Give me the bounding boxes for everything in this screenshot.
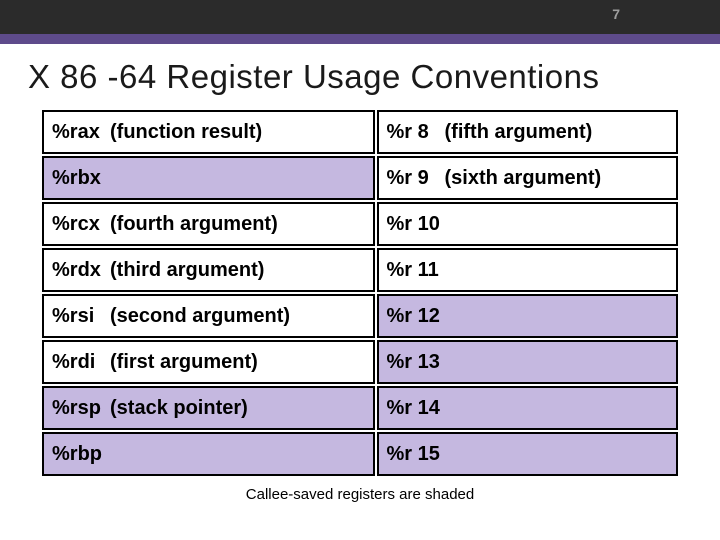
register-cell: %rcx(fourth argument): [42, 202, 375, 246]
register-cell: %rbp: [42, 432, 375, 476]
register-name: %r 14: [379, 397, 441, 420]
register-cell-content: %rcx(fourth argument): [44, 204, 373, 244]
register-cell: %rsi(second argument): [42, 294, 375, 338]
register-name: %r 8: [379, 121, 441, 144]
table-row: %rsi(second argument) %r 12: [42, 294, 678, 338]
table-row: %rdx(third argument) %r 11: [42, 248, 678, 292]
register-description: (first argument): [106, 351, 373, 374]
register-description: (fifth argument): [441, 121, 676, 144]
register-name: %r 15: [379, 443, 441, 466]
table-row: %rsp(stack pointer) %r 14: [42, 386, 678, 430]
page-number: 7: [612, 6, 620, 22]
register-cell: %r 12: [377, 294, 678, 338]
register-name: %r 10: [379, 213, 441, 236]
register-cell-content: %r 12: [379, 296, 676, 336]
register-table: %rax(function result)%r 8(fifth argument…: [40, 108, 680, 478]
accent-stripe: [0, 34, 720, 44]
caption: Callee-saved registers are shaded: [0, 486, 720, 503]
register-cell-content: %r 9(sixth argument): [379, 158, 676, 198]
register-description: (third argument): [106, 259, 373, 282]
register-description: (function result): [106, 121, 373, 144]
register-name: %rbp: [44, 443, 106, 466]
table-row: %rbp %r 15: [42, 432, 678, 476]
register-cell-content: %r 10: [379, 204, 676, 244]
register-cell-content: %rdx(third argument): [44, 250, 373, 290]
register-cell-content: %rax(function result): [44, 112, 373, 152]
register-name: %rsp: [44, 397, 106, 420]
register-description: (second argument): [106, 305, 373, 328]
register-name: %r 11: [379, 259, 441, 282]
register-cell-content: %rsp(stack pointer): [44, 388, 373, 428]
register-cell-content: %r 11: [379, 250, 676, 290]
register-cell: %r 8(fifth argument): [377, 110, 678, 154]
register-cell: %rax(function result): [42, 110, 375, 154]
register-cell: %r 13: [377, 340, 678, 384]
register-cell-content: %r 15: [379, 434, 676, 474]
register-name: %rax: [44, 121, 106, 144]
register-name: %r 9: [379, 167, 441, 190]
register-cell: %r 11: [377, 248, 678, 292]
register-cell: %r 10: [377, 202, 678, 246]
register-cell: %r 9(sixth argument): [377, 156, 678, 200]
top-bar: 7: [0, 0, 720, 34]
register-cell-content: %rbx: [44, 158, 373, 198]
register-cell: %r 14: [377, 386, 678, 430]
register-cell-content: %rdi(first argument): [44, 342, 373, 382]
register-name: %r 13: [379, 351, 441, 374]
register-cell: %rbx: [42, 156, 375, 200]
register-description: (stack pointer): [106, 397, 373, 420]
register-table-wrap: %rax(function result)%r 8(fifth argument…: [0, 108, 720, 478]
table-row: %rbx %r 9(sixth argument): [42, 156, 678, 200]
table-row: %rax(function result)%r 8(fifth argument…: [42, 110, 678, 154]
register-name: %rdi: [44, 351, 106, 374]
register-name: %rsi: [44, 305, 106, 328]
register-name: %rcx: [44, 213, 106, 236]
register-name: %rdx: [44, 259, 106, 282]
register-cell-content: %rsi(second argument): [44, 296, 373, 336]
register-cell-content: %rbp: [44, 434, 373, 474]
slide: 7 X 86 -64 Register Usage Conventions %r…: [0, 0, 720, 540]
register-name: %rbx: [44, 167, 106, 190]
register-cell-content: %r 13: [379, 342, 676, 382]
register-cell: %r 15: [377, 432, 678, 476]
register-description: (fourth argument): [106, 213, 373, 236]
register-cell: %rdx(third argument): [42, 248, 375, 292]
register-cell: %rsp(stack pointer): [42, 386, 375, 430]
table-row: %rcx(fourth argument) %r 10: [42, 202, 678, 246]
register-cell: %rdi(first argument): [42, 340, 375, 384]
register-name: %r 12: [379, 305, 441, 328]
table-row: %rdi(first argument) %r 13: [42, 340, 678, 384]
register-cell-content: %r 14: [379, 388, 676, 428]
register-cell-content: %r 8(fifth argument): [379, 112, 676, 152]
slide-title: X 86 -64 Register Usage Conventions: [0, 44, 720, 108]
register-description: (sixth argument): [441, 167, 676, 190]
